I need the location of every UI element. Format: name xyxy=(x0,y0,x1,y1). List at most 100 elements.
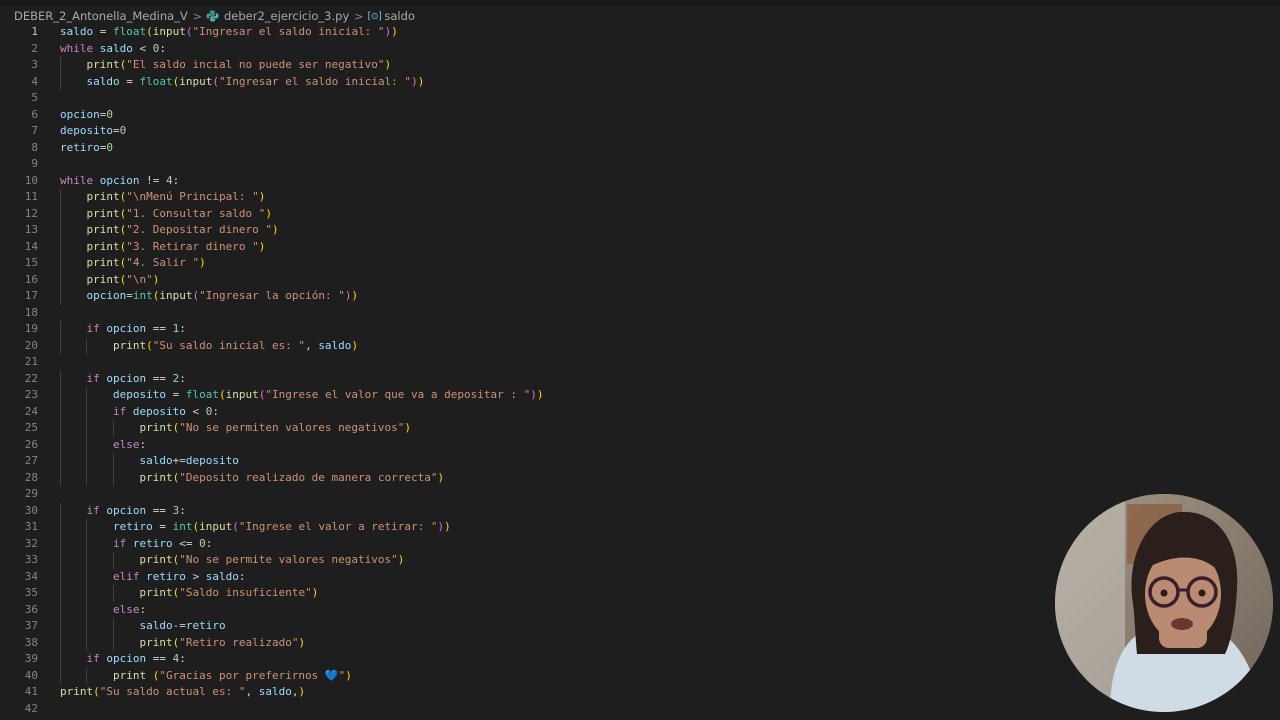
code-text: if opcion == 4: xyxy=(86,652,186,665)
indent-guide xyxy=(60,222,61,239)
line-number: 26 xyxy=(24,437,38,451)
line-number: 4 xyxy=(31,74,38,88)
line-number: 28 xyxy=(24,470,38,484)
indent-guide xyxy=(86,337,88,354)
code-line[interactable]: 22 if opcion == 2: xyxy=(0,370,1060,387)
code-line[interactable]: 28 print("Deposito realizado de manera c… xyxy=(0,469,1060,486)
code-line[interactable]: 5 xyxy=(0,90,1060,107)
indent-guide xyxy=(86,618,88,635)
code-line[interactable]: 12 print("1. Consultar saldo ") xyxy=(0,205,1060,222)
line-number: 27 xyxy=(24,454,38,467)
code-line[interactable]: 4 saldo = float(input("Ingresar el saldo… xyxy=(0,73,1060,90)
code-line[interactable]: 38 print("Retiro realizado") xyxy=(0,634,1060,651)
breadcrumb-symbol[interactable]: saldo xyxy=(384,9,415,23)
indent-guide xyxy=(60,255,61,272)
title-strip xyxy=(0,0,1280,6)
line-number: 1 xyxy=(31,25,38,38)
code-line[interactable]: 13 print("2. Depositar dinero ") xyxy=(0,222,1060,239)
line-number: 23 xyxy=(24,388,38,401)
chevron-right-icon: > xyxy=(354,9,364,23)
line-number: 39 xyxy=(24,652,38,665)
code-text: if retiro <= 0: xyxy=(112,536,213,550)
code-line[interactable]: 3 print("El saldo incial no puede ser ne… xyxy=(0,57,1060,74)
code-line[interactable]: 10 while opcion != 4: xyxy=(0,173,1060,190)
code-text: print("1. Consultar saldo ") xyxy=(86,206,272,220)
code-line[interactable]: 2 while saldo < 0: xyxy=(0,41,1060,58)
code-text: saldo = float(input("Ingresar el saldo i… xyxy=(60,25,398,38)
code-text: retiro = int(input("Ingrese el valor a r… xyxy=(112,520,451,533)
code-line[interactable]: 33 print("No se permite valores negativo… xyxy=(0,552,1060,569)
code-line[interactable]: 16 print("\n") xyxy=(0,271,1060,288)
code-line[interactable]: 7 deposito=0 xyxy=(0,123,1060,140)
code-text: print("El saldo incial no puede ser nega… xyxy=(86,58,392,71)
line-number: 38 xyxy=(24,635,38,649)
code-line[interactable]: 8 retiro=0 xyxy=(0,140,1060,157)
line-number: 31 xyxy=(24,520,38,533)
code-line[interactable]: 40 print ("Gracias por preferirnos 💙") xyxy=(0,667,1060,684)
code-line[interactable]: 26 else: xyxy=(0,436,1060,453)
chevron-right-icon: > xyxy=(192,9,202,23)
code-text: print("\nMenú Principal: ") xyxy=(86,190,266,203)
indent-guide xyxy=(86,436,88,453)
code-line[interactable]: 9 xyxy=(0,156,1060,173)
code-text: retiro=0 xyxy=(60,140,113,154)
code-line[interactable]: 23 deposito = float(input("Ingrese el va… xyxy=(0,387,1060,404)
code-text: print("No se permite valores negativos") xyxy=(139,553,405,566)
indent-guide xyxy=(86,634,88,651)
breadcrumb-folder[interactable]: DEBER_2_Antonella_Medina_V xyxy=(14,9,188,23)
code-line[interactable]: 1 saldo = float(input("Ingresar el saldo … xyxy=(0,24,1060,41)
code-line[interactable]: 37 saldo-=retiro xyxy=(0,618,1060,635)
indent-guide xyxy=(60,189,61,206)
code-line[interactable]: 42 xyxy=(0,701,1060,718)
indent-guide xyxy=(112,469,114,486)
indent-guide xyxy=(60,238,61,255)
code-line[interactable]: 14 print("3. Retirar dinero ") xyxy=(0,238,1060,255)
code-line[interactable]: 34 elif retiro > saldo: xyxy=(0,568,1060,585)
code-line[interactable]: 31 retiro = int(input("Ingrese el valor … xyxy=(0,519,1060,536)
indent-guide xyxy=(112,453,114,470)
indent-guide xyxy=(86,568,88,585)
line-number: 14 xyxy=(24,239,38,253)
indent-guide xyxy=(60,667,61,684)
line-number: 42 xyxy=(24,701,38,715)
code-line[interactable]: 17 opcion=int(input("Ingresar la opción:… xyxy=(0,288,1060,305)
code-line[interactable]: 27 saldo+=deposito xyxy=(0,453,1060,470)
indent-guide xyxy=(86,453,88,470)
indent-guide xyxy=(60,519,61,536)
indent-guide xyxy=(86,585,88,602)
code-line[interactable]: 18 xyxy=(0,305,1060,322)
python-file-icon xyxy=(206,10,219,22)
indent-guide xyxy=(60,387,61,404)
line-number: 13 xyxy=(24,223,38,236)
code-line[interactable]: 25 print("No se permiten valores negativ… xyxy=(0,420,1060,437)
code-line[interactable]: 24 if deposito < 0: xyxy=(0,403,1060,420)
line-number: 19 xyxy=(24,322,38,335)
code-line[interactable]: 19 if opcion == 1: xyxy=(0,321,1060,338)
code-line[interactable]: 41 print("Su saldo actual es: ", saldo,) xyxy=(0,684,1060,701)
indent-guide xyxy=(60,57,61,74)
code-line[interactable]: 15 print("4. Salir ") xyxy=(0,255,1060,272)
variable-symbol-icon: [⊙] xyxy=(367,10,382,22)
indent-guide xyxy=(86,387,88,404)
code-line[interactable]: 20 print("Su saldo inicial es: ", saldo) xyxy=(0,337,1060,354)
code-line[interactable]: 39 if opcion == 4: xyxy=(0,651,1060,668)
code-line[interactable]: 29 xyxy=(0,486,1060,503)
code-text: print("4. Salir ") xyxy=(86,256,206,269)
indent-guide xyxy=(60,618,61,635)
code-text: while saldo < 0: xyxy=(60,41,166,55)
code-text: print("Su saldo inicial es: ", saldo) xyxy=(112,338,359,352)
code-line[interactable]: 11 print("\nMenú Principal: ") xyxy=(0,189,1060,206)
code-line[interactable]: 21 xyxy=(0,354,1060,371)
code-line[interactable]: 32 if retiro <= 0: xyxy=(0,535,1060,552)
indent-guide xyxy=(60,469,61,486)
code-text: opcion=0 xyxy=(60,107,113,121)
code-line[interactable]: 36 else: xyxy=(0,601,1060,618)
code-line[interactable]: 35 print("Saldo insuficiente") xyxy=(0,585,1060,602)
indent-guide xyxy=(60,321,61,338)
indent-guide xyxy=(60,205,61,222)
code-line[interactable]: 6 opcion=0 xyxy=(0,107,1060,124)
breadcrumb-file[interactable]: deber2_ejercicio_3.py xyxy=(224,9,349,23)
indent-guide xyxy=(60,585,61,602)
code-line[interactable]: 30 if opcion == 3: xyxy=(0,502,1060,519)
indent-guide xyxy=(60,271,61,288)
